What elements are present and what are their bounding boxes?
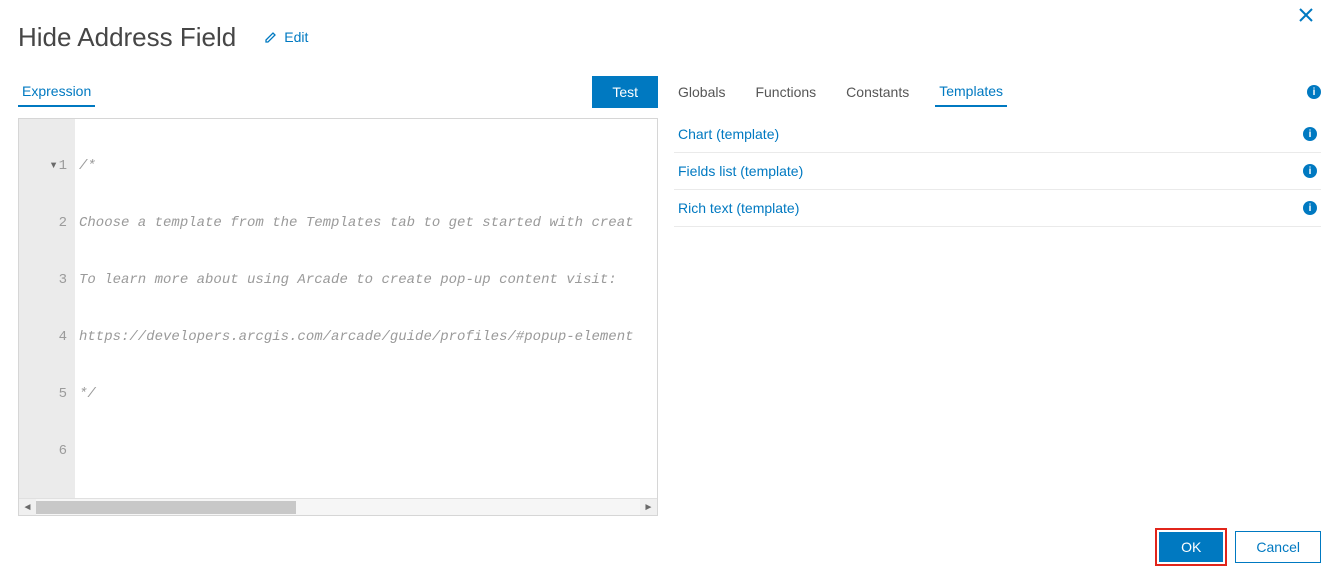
tab-templates[interactable]: Templates bbox=[935, 77, 1007, 107]
template-label: Fields list (template) bbox=[678, 163, 803, 179]
pencil-icon bbox=[264, 30, 278, 44]
template-label: Rich text (template) bbox=[678, 200, 799, 216]
editor-horizontal-scrollbar[interactable]: ◄ ► bbox=[19, 498, 657, 515]
template-item-rich-text[interactable]: Rich text (template) i bbox=[674, 190, 1321, 227]
tab-constants[interactable]: Constants bbox=[842, 78, 913, 106]
info-icon[interactable]: i bbox=[1303, 164, 1317, 178]
edit-title-link[interactable]: Edit bbox=[264, 29, 308, 45]
template-item-fields-list[interactable]: Fields list (template) i bbox=[674, 153, 1321, 190]
tab-globals[interactable]: Globals bbox=[674, 78, 729, 106]
editor-gutter: ▾1 2 3 4 5 6 ▾7 8 9 10 bbox=[19, 119, 75, 498]
test-button[interactable]: Test bbox=[592, 76, 658, 108]
template-label: Chart (template) bbox=[678, 126, 779, 142]
page-title: Hide Address Field bbox=[18, 22, 236, 53]
tab-expression[interactable]: Expression bbox=[18, 77, 95, 107]
cancel-button[interactable]: Cancel bbox=[1235, 531, 1321, 563]
edit-label: Edit bbox=[284, 29, 308, 45]
tab-functions[interactable]: Functions bbox=[751, 78, 820, 106]
editor-content[interactable]: /* Choose a template from the Templates … bbox=[75, 119, 657, 498]
close-icon[interactable] bbox=[1297, 6, 1315, 27]
template-item-chart[interactable]: Chart (template) i bbox=[674, 116, 1321, 153]
ok-button[interactable]: OK bbox=[1159, 532, 1223, 562]
ok-highlight: OK bbox=[1155, 528, 1227, 566]
info-icon[interactable]: i bbox=[1307, 85, 1321, 99]
code-editor[interactable]: ▾1 2 3 4 5 6 ▾7 8 9 10 /* Choose a templ… bbox=[18, 118, 658, 516]
scroll-left-icon[interactable]: ◄ bbox=[19, 499, 36, 516]
info-icon[interactable]: i bbox=[1303, 127, 1317, 141]
scroll-right-icon[interactable]: ► bbox=[640, 499, 657, 516]
info-icon[interactable]: i bbox=[1303, 201, 1317, 215]
template-list: Chart (template) i Fields list (template… bbox=[674, 116, 1321, 227]
